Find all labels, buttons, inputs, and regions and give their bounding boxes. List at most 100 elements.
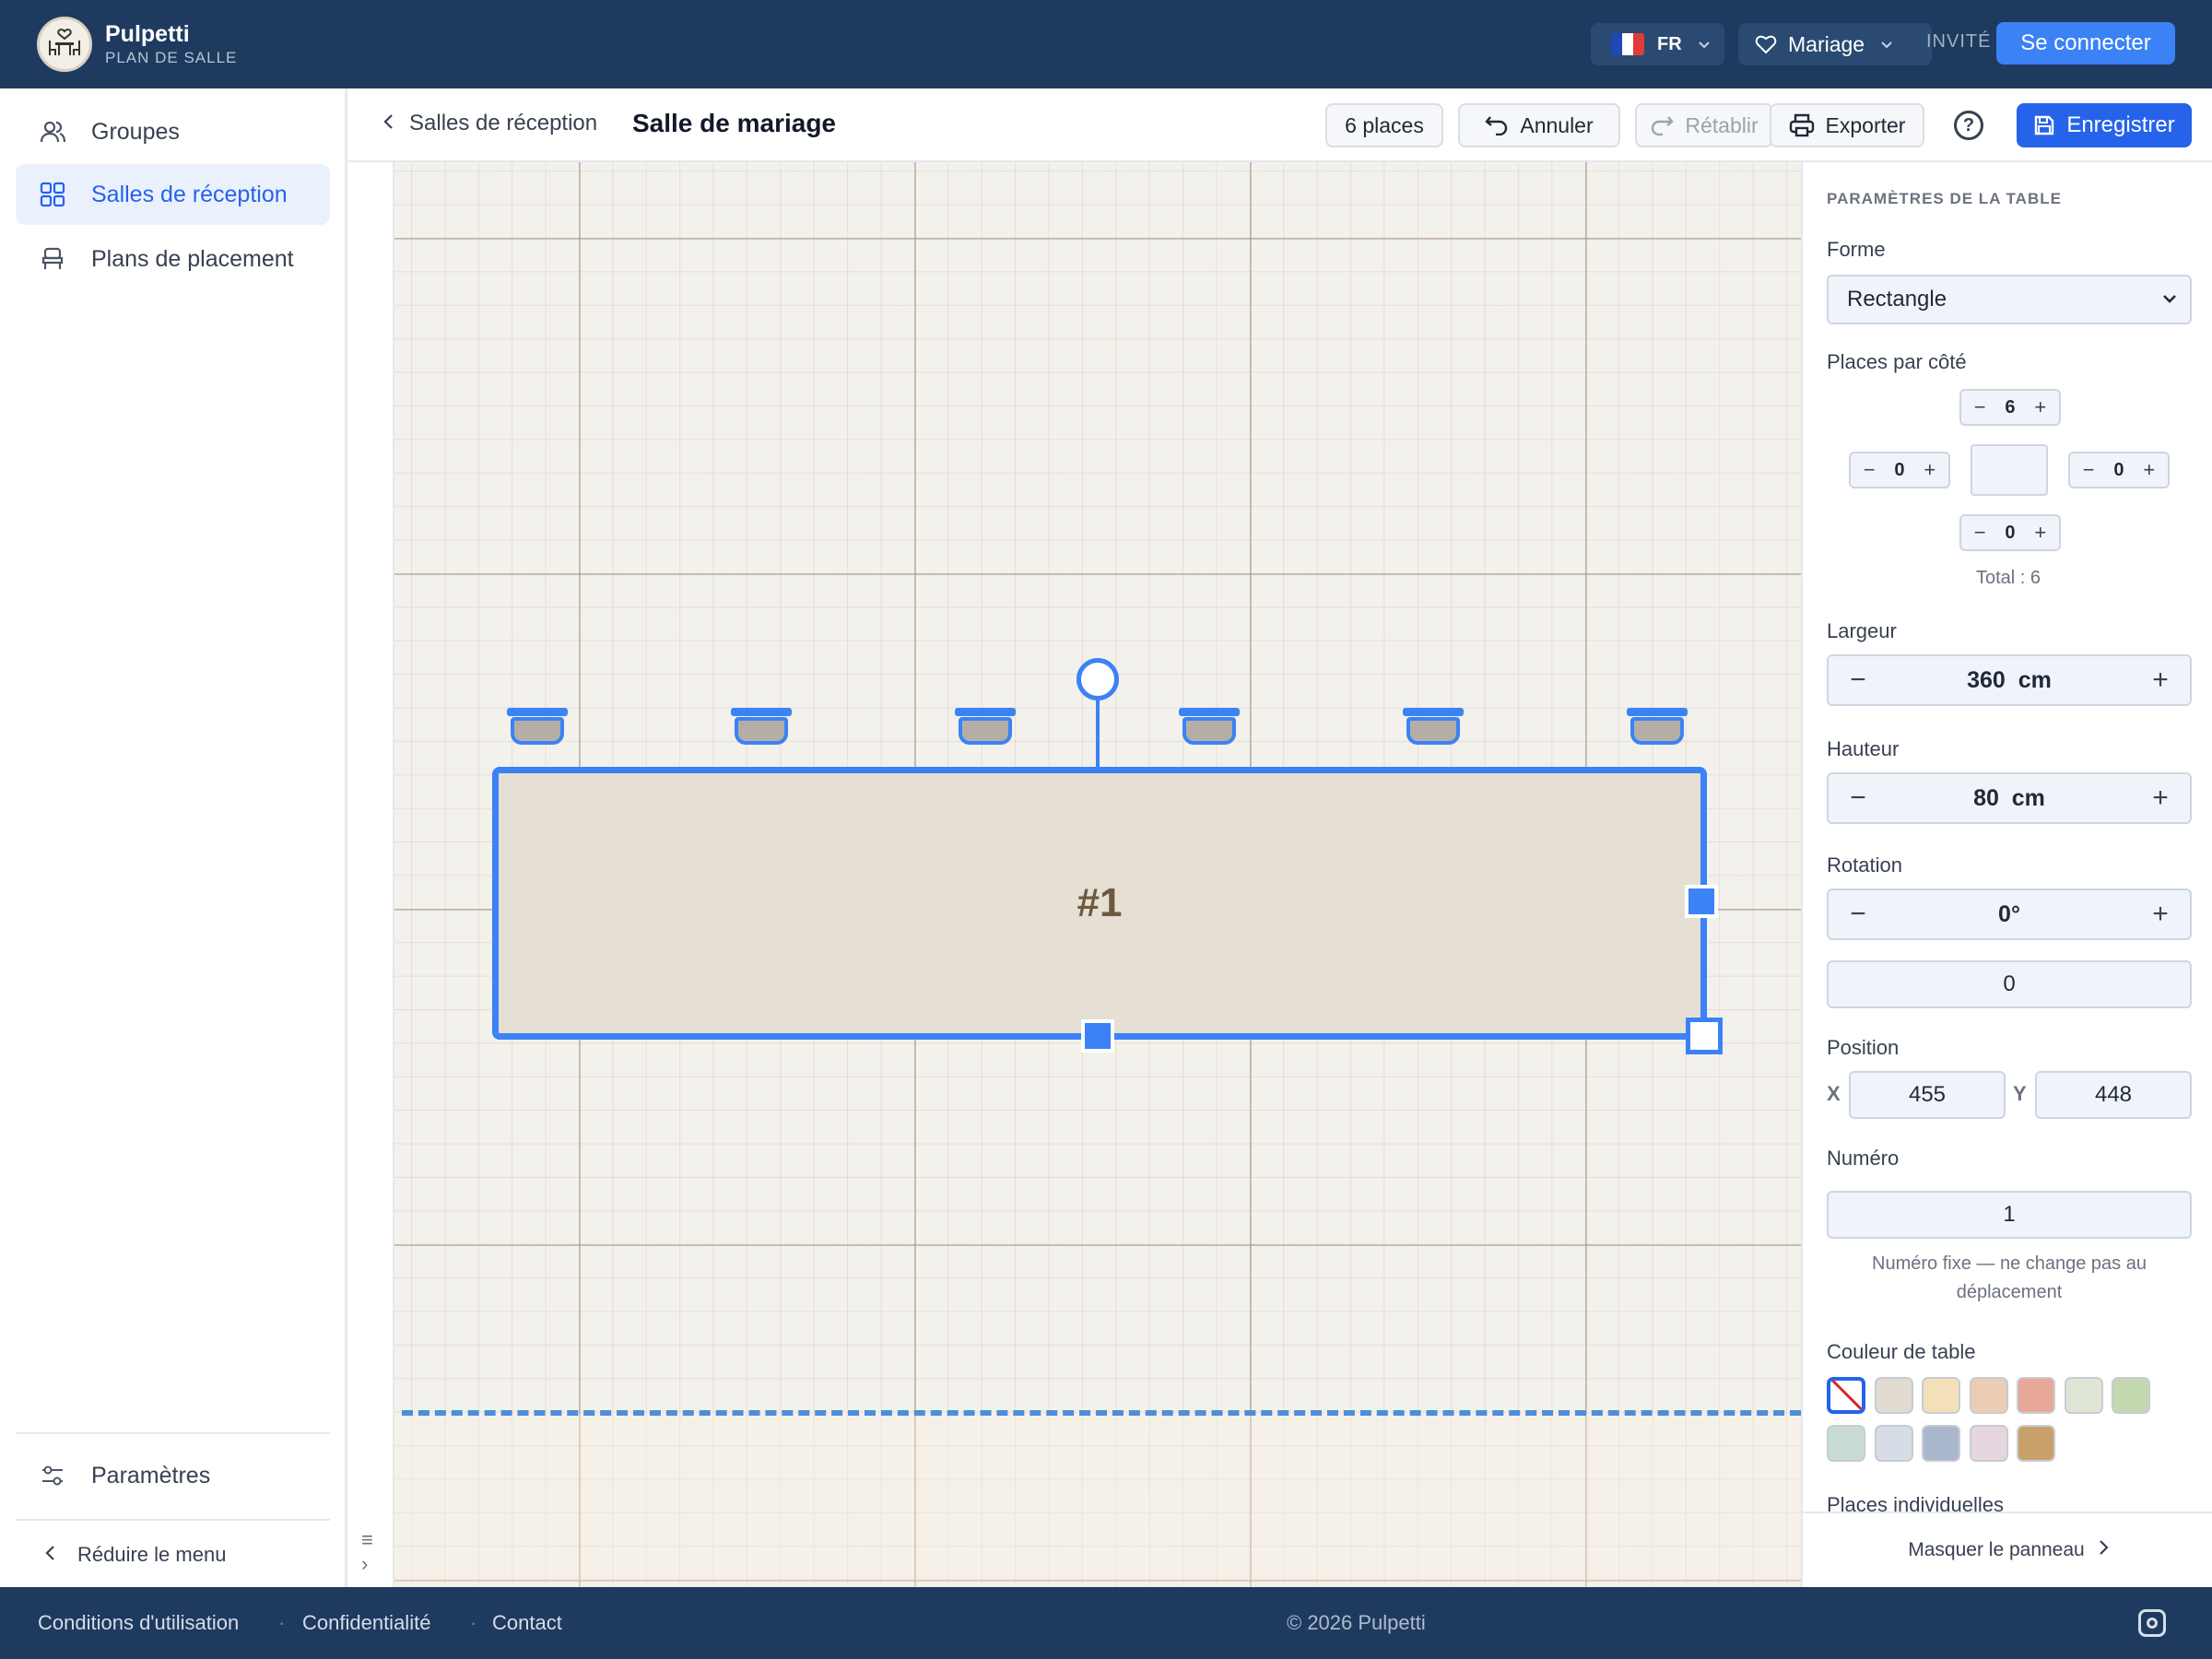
toolbar: Salles de réception Salle de mariage 6 p…: [348, 88, 2212, 162]
color-swatch[interactable]: [1969, 1425, 2008, 1462]
increment-button[interactable]: +: [2131, 782, 2190, 814]
height-value: 80 cm: [1973, 784, 2045, 811]
color-swatch[interactable]: [1969, 1377, 2008, 1414]
seat[interactable]: [1179, 708, 1240, 747]
stepper-value: 6: [2005, 396, 2016, 418]
increment-button[interactable]: +: [1918, 458, 1942, 482]
rotation-input[interactable]: 0: [1827, 960, 2192, 1008]
chevron-right-icon: [2098, 1539, 2109, 1561]
decrement-button[interactable]: −: [1857, 458, 1881, 482]
decrement-button[interactable]: −: [1829, 899, 1888, 930]
terms-link[interactable]: Conditions d'utilisation: [38, 1611, 239, 1635]
sidebar-item-parametres[interactable]: Paramètres: [16, 1445, 330, 1506]
resize-handle-right[interactable]: [1685, 885, 1718, 918]
color-swatch[interactable]: [1922, 1377, 1960, 1414]
color-swatch[interactable]: [2112, 1377, 2150, 1414]
save-button[interactable]: Enregistrer: [2017, 103, 2192, 147]
brand-subtitle: PLAN DE SALLE: [105, 49, 238, 66]
table-number-label: #1: [1077, 880, 1123, 925]
redo-label: Rétablir: [1685, 112, 1759, 137]
hide-panel-button[interactable]: Masquer le panneau: [1803, 1512, 2212, 1587]
resize-handle-bottom[interactable]: [1081, 1019, 1114, 1053]
seat[interactable]: [1627, 708, 1688, 747]
chevron-down-icon: [1698, 41, 1710, 49]
increment-button[interactable]: +: [2131, 665, 2190, 696]
rotation-handle[interactable]: [1077, 658, 1119, 700]
color-swatch-none[interactable]: [1827, 1377, 1865, 1414]
shape-select[interactable]: Rectangle: [1827, 275, 2192, 324]
seat[interactable]: [955, 708, 1016, 747]
places-total: Total : 6: [1975, 568, 2041, 588]
seat[interactable]: [731, 708, 792, 747]
color-swatch[interactable]: [2064, 1377, 2103, 1414]
page-title: Salle de mariage: [632, 109, 837, 137]
number-input[interactable]: 1: [1827, 1191, 2192, 1239]
language-selector[interactable]: FR: [1591, 23, 1724, 65]
color-swatch[interactable]: [2017, 1377, 2055, 1414]
table-preview-box: [1971, 444, 2048, 496]
places-left-stepper[interactable]: − 0 +: [1849, 452, 1950, 488]
table-chairs-icon: [49, 29, 80, 55]
number-hint: Numéro fixe — ne change pas au déplaceme…: [1872, 1253, 2147, 1302]
seat[interactable]: [507, 708, 568, 747]
event-label: Mariage: [1788, 31, 1865, 56]
rotation-stepper[interactable]: − 0° +: [1827, 888, 2192, 940]
number-label: Numéro: [1827, 1147, 1900, 1170]
sidebar-item-label: Groupes: [91, 118, 180, 145]
color-swatch[interactable]: [2017, 1425, 2055, 1462]
seat[interactable]: [1403, 708, 1464, 747]
divider: [16, 1432, 330, 1434]
increment-button[interactable]: +: [2137, 458, 2161, 482]
contact-link[interactable]: Contact: [492, 1611, 562, 1635]
color-swatch[interactable]: [1874, 1425, 1913, 1462]
france-flag-icon: [1611, 33, 1644, 55]
floor-plan-canvas[interactable]: #1: [394, 162, 1801, 1587]
sidebar-panel: Groupes Salles de réception Plans de pla…: [0, 88, 347, 1587]
heart-icon: [1755, 35, 1777, 54]
decrement-button[interactable]: −: [1968, 395, 1992, 419]
places-right-stepper[interactable]: − 0 +: [2068, 452, 2170, 488]
language-code: FR: [1657, 33, 1682, 54]
redo-button[interactable]: Rétablir: [1635, 103, 1773, 147]
export-button[interactable]: Exporter: [1770, 103, 1924, 147]
stepper-value: 0: [1894, 459, 1905, 480]
decrement-button[interactable]: −: [2077, 458, 2100, 482]
sidebar-item-groupes[interactable]: Groupes: [16, 101, 330, 162]
decrement-button[interactable]: −: [1829, 782, 1888, 814]
stepper-value: 0: [2113, 459, 2124, 480]
position-y-input[interactable]: 448: [2035, 1071, 2192, 1119]
height-label: Hauteur: [1827, 737, 1900, 760]
height-stepper[interactable]: − 80 cm +: [1827, 772, 2192, 824]
decrement-button[interactable]: −: [1829, 665, 1888, 696]
help-icon[interactable]: ?: [1954, 111, 1983, 140]
save-label: Enregistrer: [2066, 112, 2175, 137]
position-x-input[interactable]: 455: [1849, 1071, 2006, 1119]
width-stepper[interactable]: − 360 cm +: [1827, 654, 2192, 706]
privacy-link[interactable]: Confidentialité: [302, 1611, 430, 1635]
places-top-stepper[interactable]: − 6 +: [1959, 389, 2061, 426]
back-link[interactable]: Salles de réception: [383, 111, 597, 136]
pulpetti-logo[interactable]: [37, 17, 92, 72]
color-swatch[interactable]: [1827, 1425, 1865, 1462]
undo-button[interactable]: Annuler: [1458, 103, 1620, 147]
login-button[interactable]: Se connecter: [1996, 22, 2175, 65]
menu-icon[interactable]: ≡: [361, 1528, 373, 1552]
increment-button[interactable]: +: [2131, 899, 2190, 930]
instagram-icon[interactable]: [2138, 1609, 2166, 1637]
resize-handle-corner[interactable]: [1686, 1018, 1723, 1054]
increment-button[interactable]: +: [2029, 521, 2053, 545]
color-swatch[interactable]: [1874, 1377, 1913, 1414]
sidebar-item-salles[interactable]: Salles de réception: [16, 164, 330, 225]
chevron-right-icon[interactable]: ›: [361, 1552, 368, 1576]
increment-button[interactable]: +: [2029, 395, 2053, 419]
shape-value: Rectangle: [1847, 287, 1947, 312]
places-badge: 6 places: [1325, 103, 1443, 147]
decrement-button[interactable]: −: [1968, 521, 1992, 545]
event-selector[interactable]: Mariage: [1738, 23, 1932, 65]
collapse-menu-button[interactable]: Réduire le menu: [44, 1543, 226, 1567]
table-1[interactable]: #1: [492, 767, 1707, 1040]
sidebar-item-plans[interactable]: Plans de placement: [16, 229, 330, 289]
color-swatch[interactable]: [1922, 1425, 1960, 1462]
places-bottom-stepper[interactable]: − 0 +: [1959, 514, 2061, 551]
sidebar-item-label: Salles de réception: [91, 181, 288, 207]
